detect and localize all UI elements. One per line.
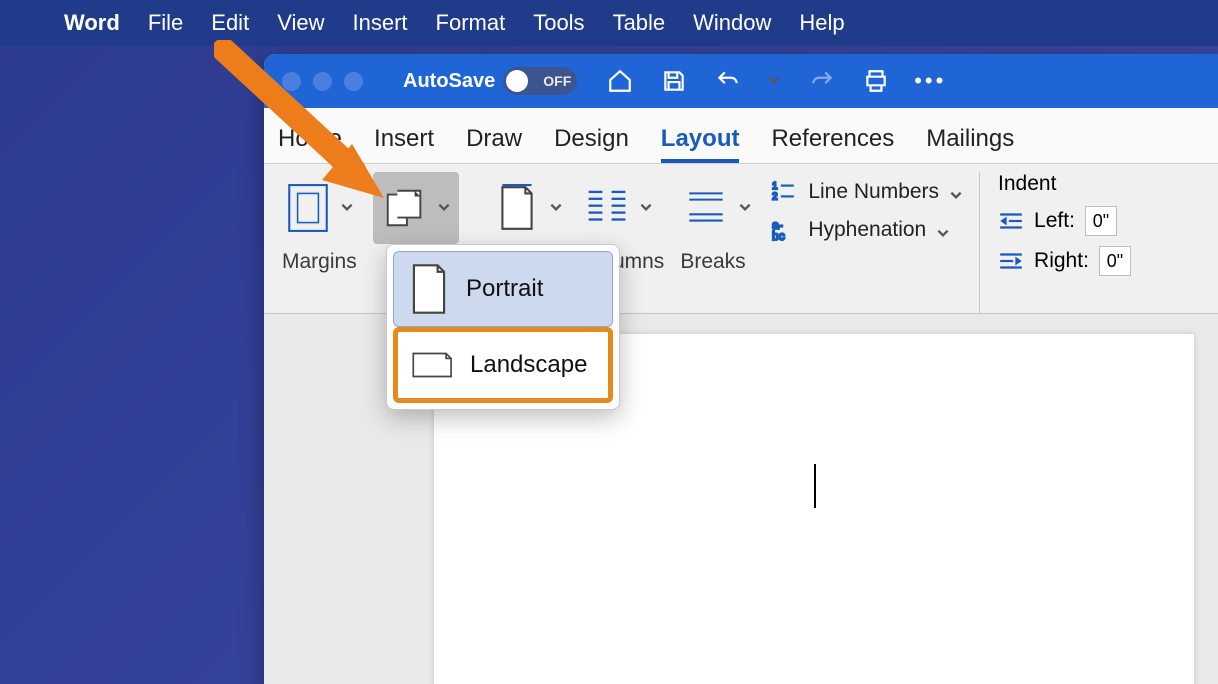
- orientation-icon: [379, 181, 431, 235]
- orientation-landscape[interactable]: Landscape: [393, 327, 613, 403]
- hyphenation-button[interactable]: a-bc Hyphenation: [770, 216, 965, 244]
- zoom-dot[interactable]: [344, 72, 363, 91]
- menu-tools[interactable]: Tools: [533, 10, 584, 36]
- svg-text:bc: bc: [772, 229, 785, 242]
- indent-left-value[interactable]: 0": [1085, 206, 1117, 236]
- hyphenation-icon: a-bc: [770, 216, 798, 244]
- columns-dropdown-icon[interactable]: [639, 200, 655, 216]
- tab-design[interactable]: Design: [554, 125, 629, 163]
- hyphenation-label: Hyphenation: [808, 218, 926, 242]
- undo-icon[interactable]: [713, 67, 743, 95]
- tab-mailings[interactable]: Mailings: [926, 125, 1014, 163]
- size-dropdown-icon[interactable]: [549, 200, 565, 216]
- app-name[interactable]: Word: [64, 10, 120, 36]
- word-window: AutoSave OFF ••• Home: [264, 54, 1218, 684]
- orientation-button[interactable]: [373, 172, 459, 244]
- redo-icon[interactable]: [807, 67, 837, 95]
- portrait-label: Portrait: [466, 275, 543, 303]
- landscape-label: Landscape: [470, 351, 587, 379]
- window-titlebar: AutoSave OFF •••: [264, 54, 1218, 108]
- minimize-dot[interactable]: [313, 72, 332, 91]
- menu-format[interactable]: Format: [436, 10, 506, 36]
- home-icon[interactable]: [605, 67, 635, 95]
- ribbon-tabs: Home Insert Draw Design Layout Reference…: [264, 108, 1218, 164]
- text-cursor: [814, 464, 816, 508]
- menu-view[interactable]: View: [277, 10, 324, 36]
- group-breaks: Breaks: [672, 172, 762, 313]
- line-numbers-dropdown-icon: [949, 184, 965, 200]
- hyphenation-dropdown-icon: [936, 222, 952, 238]
- more-icon[interactable]: •••: [915, 67, 945, 95]
- tab-references[interactable]: References: [771, 125, 894, 163]
- autosave-control[interactable]: AutoSave OFF: [403, 67, 577, 95]
- autosave-toggle[interactable]: OFF: [503, 67, 577, 95]
- autosave-state: OFF: [543, 73, 571, 89]
- breaks-dropdown-icon[interactable]: [738, 200, 754, 216]
- line-numbers-icon: 12: [770, 178, 798, 206]
- save-icon[interactable]: [659, 67, 689, 95]
- line-numbers-label: Line Numbers: [808, 180, 939, 204]
- mac-menubar: Word File Edit View Insert Format Tools …: [0, 0, 1218, 46]
- tab-insert[interactable]: Insert: [374, 125, 434, 163]
- svg-text:1: 1: [772, 181, 777, 192]
- menu-edit[interactable]: Edit: [211, 10, 249, 36]
- indent-title: Indent: [998, 172, 1056, 196]
- svg-text:2: 2: [772, 192, 777, 203]
- menu-help[interactable]: Help: [799, 10, 844, 36]
- line-numbers-button[interactable]: 12 Line Numbers: [770, 178, 965, 206]
- margins-label: Margins: [282, 250, 357, 274]
- menu-file[interactable]: File: [148, 10, 183, 36]
- margins-dropdown-icon[interactable]: [340, 200, 356, 216]
- orientation-dropdown-icon: [437, 200, 453, 216]
- indent-right-icon: [998, 250, 1024, 272]
- menu-table[interactable]: Table: [613, 10, 666, 36]
- close-dot[interactable]: [282, 72, 301, 91]
- orientation-menu: Portrait Landscape: [386, 244, 620, 410]
- menu-insert[interactable]: Insert: [352, 10, 407, 36]
- group-linenum-hyphen: 12 Line Numbers a-bc Hyphenation: [762, 172, 973, 313]
- undo-dropdown-icon[interactable]: [767, 73, 783, 89]
- size-icon[interactable]: [491, 181, 543, 235]
- indent-right-label: Right:: [1034, 249, 1089, 273]
- breaks-label: Breaks: [680, 250, 745, 274]
- qat-icons: •••: [605, 67, 945, 95]
- group-indent: Indent Left: 0" Right: 0": [979, 172, 1179, 313]
- print-icon[interactable]: [861, 67, 891, 95]
- columns-icon[interactable]: [581, 181, 633, 235]
- tab-draw[interactable]: Draw: [466, 125, 522, 163]
- menu-window[interactable]: Window: [693, 10, 771, 36]
- orientation-portrait[interactable]: Portrait: [393, 251, 613, 327]
- autosave-label: AutoSave: [403, 70, 495, 93]
- indent-right-value[interactable]: 0": [1099, 246, 1131, 276]
- breaks-icon[interactable]: [680, 181, 732, 235]
- group-margins: Margins: [274, 172, 365, 313]
- ribbon-layout: Margins Orientation Size: [264, 164, 1218, 314]
- indent-left-icon: [998, 210, 1024, 232]
- traffic-lights: [282, 72, 363, 91]
- margins-icon[interactable]: [282, 181, 334, 235]
- indent-left-label: Left:: [1034, 209, 1075, 233]
- tab-home[interactable]: Home: [278, 125, 342, 163]
- tab-layout[interactable]: Layout: [661, 125, 740, 163]
